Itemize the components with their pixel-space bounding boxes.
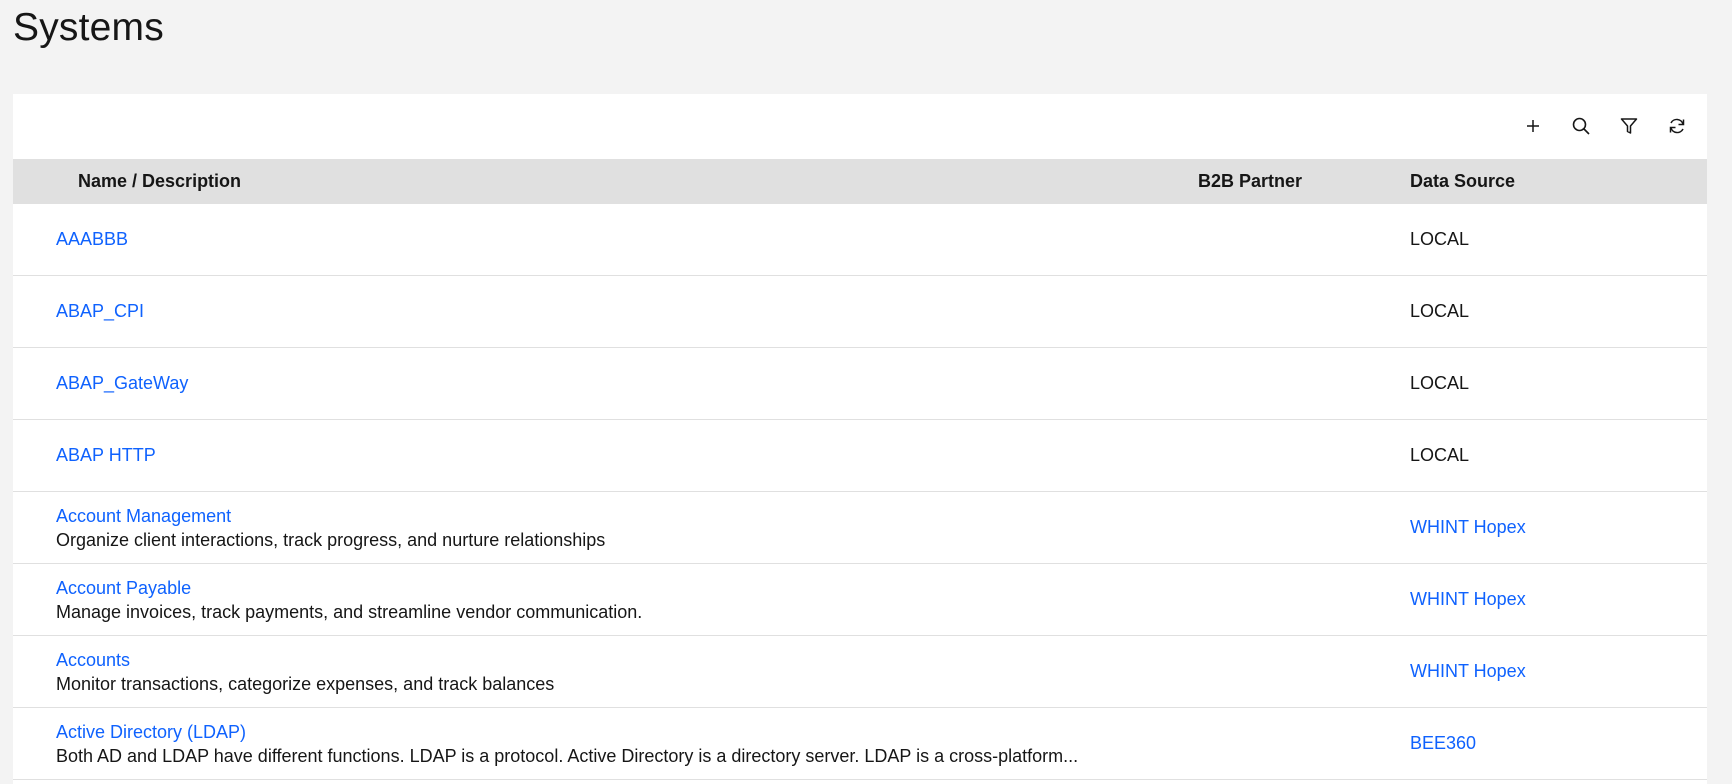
- system-description: Organize client interactions, track prog…: [56, 530, 606, 550]
- system-name-link[interactable]: ABAP_CPI: [56, 301, 144, 322]
- data-source: LOCAL: [1410, 229, 1470, 249]
- column-header-b2b-partner[interactable]: B2B Partner: [1198, 171, 1302, 192]
- table-row: Account Management Organize client inter…: [13, 492, 1707, 564]
- data-source: LOCAL: [1410, 445, 1470, 465]
- data-source: LOCAL: [1410, 301, 1470, 321]
- column-header-data-source[interactable]: Data Source: [1410, 171, 1515, 192]
- table-row: Active Directory (LDAP) Both AD and LDAP…: [13, 708, 1707, 780]
- system-name-link[interactable]: Account Management: [56, 506, 231, 527]
- table-row: Account Payable Manage invoices, track p…: [13, 564, 1707, 636]
- filter-icon: [1620, 118, 1638, 134]
- refresh-button[interactable]: [1653, 102, 1701, 150]
- refresh-icon: [1669, 118, 1685, 134]
- system-name-link[interactable]: ABAP HTTP: [56, 445, 156, 466]
- system-description: Monitor transactions, categorize expense…: [56, 674, 555, 694]
- system-description: Manage invoices, track payments, and str…: [56, 602, 643, 622]
- system-name-link[interactable]: Account Payable: [56, 578, 191, 599]
- search-icon: [1572, 117, 1590, 135]
- column-header-name[interactable]: Name / Description: [78, 171, 241, 192]
- plus-icon: [1527, 120, 1539, 132]
- filter-button[interactable]: [1605, 102, 1653, 150]
- table-header: Name / Description B2B Partner Data Sour…: [13, 159, 1707, 204]
- table-toolbar: [1509, 94, 1707, 158]
- table-row: ABAP_GateWay LOCAL: [13, 348, 1707, 420]
- data-source-link[interactable]: WHINT Hopex: [1410, 517, 1526, 538]
- search-button[interactable]: [1557, 102, 1605, 150]
- data-source-link[interactable]: WHINT Hopex: [1410, 589, 1526, 610]
- data-source-link[interactable]: BEE360: [1410, 733, 1476, 754]
- page-title: Systems: [13, 6, 164, 49]
- add-button[interactable]: [1509, 102, 1557, 150]
- data-source: LOCAL: [1410, 373, 1470, 393]
- table-row: ABAP_CPI LOCAL: [13, 276, 1707, 348]
- systems-table-panel: Name / Description B2B Partner Data Sour…: [13, 94, 1707, 784]
- table-row: Accounts Monitor transactions, categoriz…: [13, 636, 1707, 708]
- system-name-link[interactable]: AAABBB: [56, 229, 128, 250]
- table-row: ABAP HTTP LOCAL: [13, 420, 1707, 492]
- system-name-link[interactable]: Active Directory (LDAP): [56, 722, 246, 743]
- data-source-link[interactable]: WHINT Hopex: [1410, 661, 1526, 682]
- system-name-link[interactable]: Accounts: [56, 650, 130, 671]
- system-description: Both AD and LDAP have different function…: [56, 746, 1079, 766]
- table-row: AAABBB LOCAL: [13, 204, 1707, 276]
- system-name-link[interactable]: ABAP_GateWay: [56, 373, 188, 394]
- table-body: AAABBB LOCAL ABAP_CPI LOCAL ABAP_GateWay…: [13, 204, 1707, 780]
